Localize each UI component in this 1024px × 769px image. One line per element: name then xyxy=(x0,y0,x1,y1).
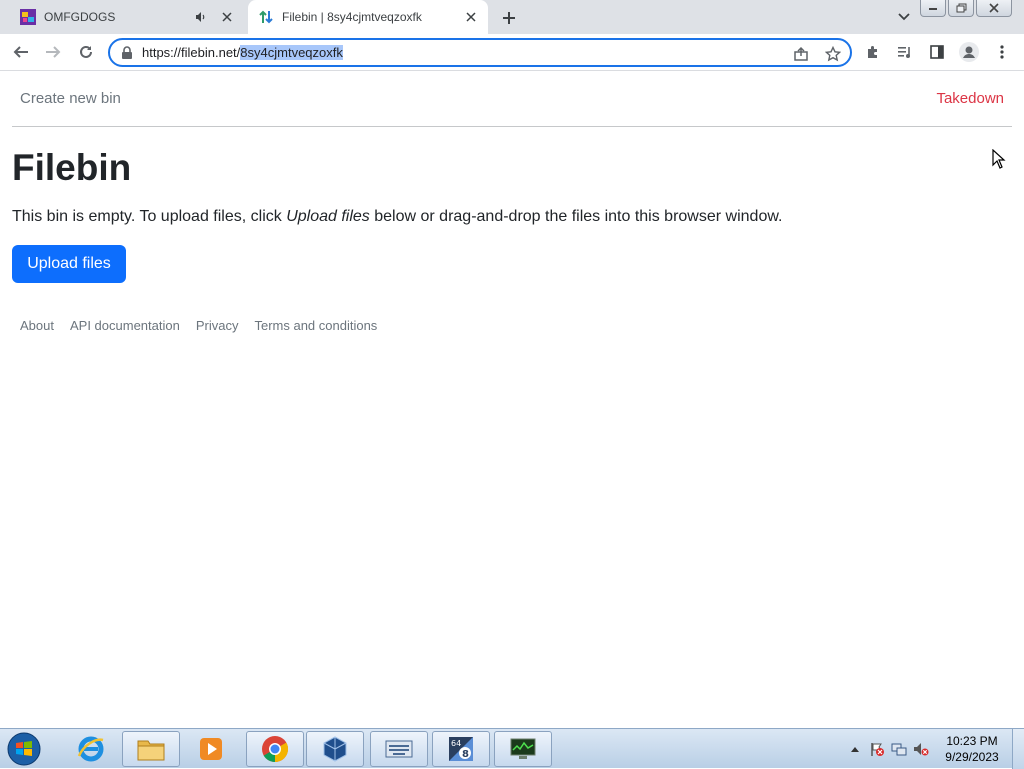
url-prefix: https://filebin.net/ xyxy=(142,45,241,60)
lead-text-before: This bin is empty. To upload files, clic… xyxy=(12,208,287,225)
top-nav: Create new bin Takedown xyxy=(12,71,1012,127)
volume-muted-icon[interactable] xyxy=(910,738,932,760)
app-64bit-icon[interactable]: 64 8 xyxy=(432,731,490,767)
media-player-icon[interactable] xyxy=(182,731,240,767)
side-panel-icon[interactable] xyxy=(926,41,948,63)
profile-avatar-icon[interactable] xyxy=(958,41,980,63)
tab-strip: OMFGDOGS Filebin | 8sy4cjmtveqzoxfk xyxy=(0,0,1024,34)
clock-time: 10:23 PM xyxy=(946,734,998,748)
browser-toolbar: https://filebin.net/8sy4cjmtveqzoxfk xyxy=(0,34,1024,71)
lock-icon[interactable] xyxy=(120,46,134,60)
footer-link-privacy[interactable]: Privacy xyxy=(188,318,247,333)
lead-text-emphasis: Upload files xyxy=(286,208,370,225)
system-monitor-icon[interactable] xyxy=(494,731,552,767)
forward-arrow-icon[interactable] xyxy=(42,41,64,63)
clock[interactable]: 10:23 PM 9/29/2023 xyxy=(932,733,1012,765)
upload-files-button[interactable]: Upload files xyxy=(12,245,126,283)
lead-text-after: below or drag-and-drop the files into th… xyxy=(369,208,783,225)
share-icon[interactable] xyxy=(792,45,810,63)
filebin-favicon-icon xyxy=(258,9,274,25)
svg-text:64: 64 xyxy=(451,739,461,748)
window-controls xyxy=(920,0,1012,17)
svg-text:8: 8 xyxy=(462,749,469,760)
show-hidden-icons-arrow-icon[interactable] xyxy=(844,738,866,760)
bookmark-star-icon[interactable] xyxy=(824,45,842,63)
file-explorer-icon[interactable] xyxy=(122,731,180,767)
tab-title: Filebin | 8sy4cjmtveqzoxfk xyxy=(282,10,422,24)
footer-link-terms[interactable]: Terms and conditions xyxy=(246,318,385,333)
new-tab-plus-icon[interactable] xyxy=(498,7,520,29)
back-arrow-icon[interactable] xyxy=(10,41,32,63)
speaker-icon[interactable] xyxy=(192,8,210,26)
network-icon[interactable] xyxy=(888,738,910,760)
tab-title: OMFGDOGS xyxy=(44,10,116,24)
tab-close-icon[interactable] xyxy=(218,8,236,26)
footer-link-about[interactable]: About xyxy=(12,318,62,333)
url-selected: 8sy4cjmtveqzoxfk xyxy=(240,45,343,60)
footer-link-api-documentation[interactable]: API documentation xyxy=(62,318,188,333)
footer-nav: About API documentation Privacy Terms an… xyxy=(12,318,385,333)
mouse-cursor-icon xyxy=(992,148,1006,169)
url-text: https://filebin.net/8sy4cjmtveqzoxfk xyxy=(142,45,343,60)
create-new-bin-link[interactable]: Create new bin xyxy=(20,90,121,107)
internet-explorer-icon[interactable] xyxy=(62,731,120,767)
page-content: Create new bin Takedown Filebin This bin… xyxy=(0,71,1024,728)
address-bar[interactable]: https://filebin.net/8sy4cjmtveqzoxfk xyxy=(108,38,852,67)
restore-icon[interactable] xyxy=(948,0,974,17)
tab-close-icon[interactable] xyxy=(462,8,480,26)
extensions-puzzle-icon[interactable] xyxy=(862,41,884,63)
start-button-windows-orb-icon[interactable] xyxy=(4,730,44,768)
action-center-flag-icon[interactable] xyxy=(866,738,888,760)
tab-search-chevron-down-icon[interactable] xyxy=(894,8,914,26)
media-control-icon[interactable] xyxy=(894,41,916,63)
reload-icon[interactable] xyxy=(75,41,97,63)
takedown-link[interactable]: Takedown xyxy=(936,90,1004,107)
tab-filebin[interactable]: Filebin | 8sy4cjmtveqzoxfk xyxy=(248,0,488,34)
on-screen-keyboard-icon[interactable] xyxy=(370,731,428,767)
empty-bin-message: This bin is empty. To upload files, clic… xyxy=(12,208,782,226)
tab-omfgdogs[interactable]: OMFGDOGS xyxy=(8,0,244,34)
system-tray: 10:23 PM 9/29/2023 xyxy=(844,729,1024,769)
minimize-icon[interactable] xyxy=(920,0,946,17)
close-window-icon[interactable] xyxy=(976,0,1012,17)
menu-kebab-icon[interactable] xyxy=(991,41,1013,63)
page-title: Filebin xyxy=(12,147,132,188)
windows-taskbar: 64 8 10:23 PM 9/29/2023 xyxy=(0,728,1024,769)
omfgdogs-favicon-icon xyxy=(20,9,36,25)
chrome-icon[interactable] xyxy=(246,731,304,767)
clock-date: 9/29/2023 xyxy=(945,750,999,764)
show-desktop-button[interactable] xyxy=(1012,729,1024,769)
virtualbox-icon[interactable] xyxy=(306,731,364,767)
